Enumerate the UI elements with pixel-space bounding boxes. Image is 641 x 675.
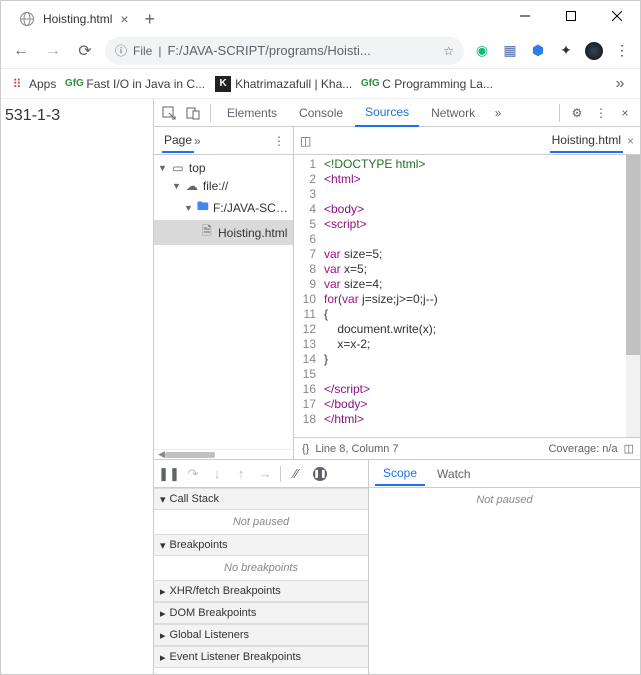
tab-scope[interactable]: Scope <box>375 462 425 486</box>
debugger-controls: ❚❚ ↷ ↓ ↑ → ⁄⁄ ❚❚ <box>154 460 368 488</box>
tab-sources[interactable]: Sources <box>355 99 419 127</box>
window-icon: ▭ <box>171 161 185 175</box>
bookmark-overflow-icon[interactable]: » <box>608 72 632 96</box>
chevron-right-icon: ▸ <box>160 585 166 598</box>
page-subtab[interactable]: Page <box>162 129 194 153</box>
tabs-overflow-icon[interactable]: » <box>487 102 509 124</box>
url-text: F:/JAVA-SCRIPT/programs/Hoisti... <box>167 43 437 58</box>
url-prefix: File <box>133 44 152 58</box>
pause-icon[interactable]: ❚❚ <box>160 466 178 482</box>
chevron-right-icon: ▸ <box>160 629 166 642</box>
h-scrollbar[interactable]: ◀ <box>154 449 293 459</box>
inspect-icon[interactable] <box>158 102 180 124</box>
chevron-right-icon: ▸ <box>160 651 166 664</box>
coverage-label: Coverage: n/a <box>548 443 617 455</box>
extension-icon[interactable]: ⬢ <box>528 41 548 61</box>
devtools-panel: Elements Console Sources Network » ⚙ ⋮ ×… <box>153 99 640 674</box>
pane-call-stack[interactable]: ▾Call Stack <box>154 488 368 510</box>
site-icon: GfG <box>362 76 378 92</box>
globe-icon <box>19 11 35 27</box>
cloud-icon: ☁ <box>185 179 199 193</box>
v-scrollbar[interactable] <box>626 155 640 437</box>
step-into-icon[interactable]: ↓ <box>208 466 226 481</box>
sidebar-right-toggle-icon[interactable]: ◫ <box>624 442 634 455</box>
sidebar-toggle-icon[interactable]: ◫ <box>300 134 311 148</box>
chevron-down-icon: ▾ <box>160 493 166 506</box>
tree-file[interactable]: 🗎Hoisting.html <box>154 220 293 245</box>
chevron-down-icon: ▾ <box>160 539 166 552</box>
chevron-right-icon: ▸ <box>160 607 166 620</box>
braces-icon[interactable]: {} <box>302 443 309 455</box>
minimize-button[interactable] <box>502 1 548 31</box>
site-icon: K <box>215 76 231 92</box>
file-icon: 🗎 <box>200 222 214 243</box>
page-content: 531-1-3 <box>1 99 153 674</box>
new-tab-button[interactable]: + <box>145 9 156 30</box>
star-icon[interactable]: ☆ <box>443 44 454 58</box>
pane-breakpoints[interactable]: ▾Breakpoints <box>154 534 368 556</box>
devtools-kebab-icon[interactable]: ⋮ <box>590 102 612 124</box>
open-file-tab[interactable]: Hoisting.html <box>550 129 623 153</box>
back-button[interactable]: ← <box>9 39 33 63</box>
address-bar[interactable]: ⓘ File | F:/JAVA-SCRIPT/programs/Hoisti.… <box>105 37 464 65</box>
browser-tab[interactable]: Hoisting.html × <box>9 7 139 31</box>
maximize-button[interactable] <box>548 1 594 31</box>
tree-folder[interactable]: ▼🖿F:/JAVA-SCRIPT/pro <box>154 195 293 220</box>
step-over-icon[interactable]: ↷ <box>184 466 202 482</box>
pause-exceptions-icon[interactable]: ❚❚ <box>311 467 329 481</box>
file-tree: ▼▭top ▼☁file:// ▼🖿F:/JAVA-SCRIPT/pro 🗎Ho… <box>154 155 293 249</box>
step-out-icon[interactable]: ↑ <box>232 466 250 481</box>
subtab-overflow-icon[interactable]: » <box>194 134 201 148</box>
extension-icon[interactable]: ▦ <box>500 41 520 61</box>
profile-avatar[interactable] <box>584 41 604 61</box>
bookmark-item[interactable]: GfGFast I/O in Java in C... <box>66 76 205 92</box>
tab-console[interactable]: Console <box>289 99 353 127</box>
kebab-menu-icon[interactable]: ⋮ <box>612 41 632 61</box>
reload-button[interactable]: ⟳ <box>73 39 97 63</box>
cursor-pos: Line 8, Column 7 <box>315 443 398 455</box>
tab-network[interactable]: Network <box>421 99 485 127</box>
device-toggle-icon[interactable] <box>182 102 204 124</box>
source-code[interactable]: <!DOCTYPE html> <html> <body> <script> v… <box>320 155 626 437</box>
forward-button[interactable]: → <box>41 39 65 63</box>
tab-watch[interactable]: Watch <box>429 463 479 485</box>
tab-title: Hoisting.html <box>43 12 112 26</box>
pane-xhr[interactable]: ▸XHR/fetch Breakpoints <box>154 580 368 602</box>
tree-top[interactable]: ▼▭top <box>154 159 293 177</box>
step-icon[interactable]: → <box>256 466 274 481</box>
line-gutter: 123456789101112131415161718 <box>294 155 320 437</box>
scope-body: Not paused <box>369 488 640 512</box>
site-icon: GfG <box>66 76 82 92</box>
breakpoints-body: No breakpoints <box>154 556 368 580</box>
bookmark-item[interactable]: GfGC Programming La... <box>362 76 493 92</box>
window-close-button[interactable] <box>594 1 640 31</box>
apps-icon: ⠿ <box>9 76 25 92</box>
extension-icon[interactable]: ◉ <box>472 41 492 61</box>
tree-scheme[interactable]: ▼☁file:// <box>154 177 293 195</box>
pane-event[interactable]: ▸Event Listener Breakpoints <box>154 646 368 668</box>
tab-close-icon[interactable]: × <box>120 11 128 27</box>
devtools-close-icon[interactable]: × <box>614 102 636 124</box>
call-stack-body: Not paused <box>154 510 368 534</box>
folder-icon: 🖿 <box>197 197 209 218</box>
pane-global[interactable]: ▸Global Listeners <box>154 624 368 646</box>
file-close-icon[interactable]: × <box>627 134 634 148</box>
bookmark-item[interactable]: KKhatrimazafull | Kha... <box>215 76 352 92</box>
pane-dom[interactable]: ▸DOM Breakpoints <box>154 602 368 624</box>
tab-elements[interactable]: Elements <box>217 99 287 127</box>
settings-gear-icon[interactable]: ⚙ <box>566 102 588 124</box>
subtab-kebab-icon[interactable]: ⋮ <box>273 134 285 148</box>
deactivate-bp-icon[interactable]: ⁄⁄ <box>287 466 305 481</box>
info-icon: ⓘ <box>115 42 127 59</box>
apps-button[interactable]: ⠿Apps <box>9 76 56 92</box>
extensions-menu-icon[interactable]: ✦ <box>556 41 576 61</box>
